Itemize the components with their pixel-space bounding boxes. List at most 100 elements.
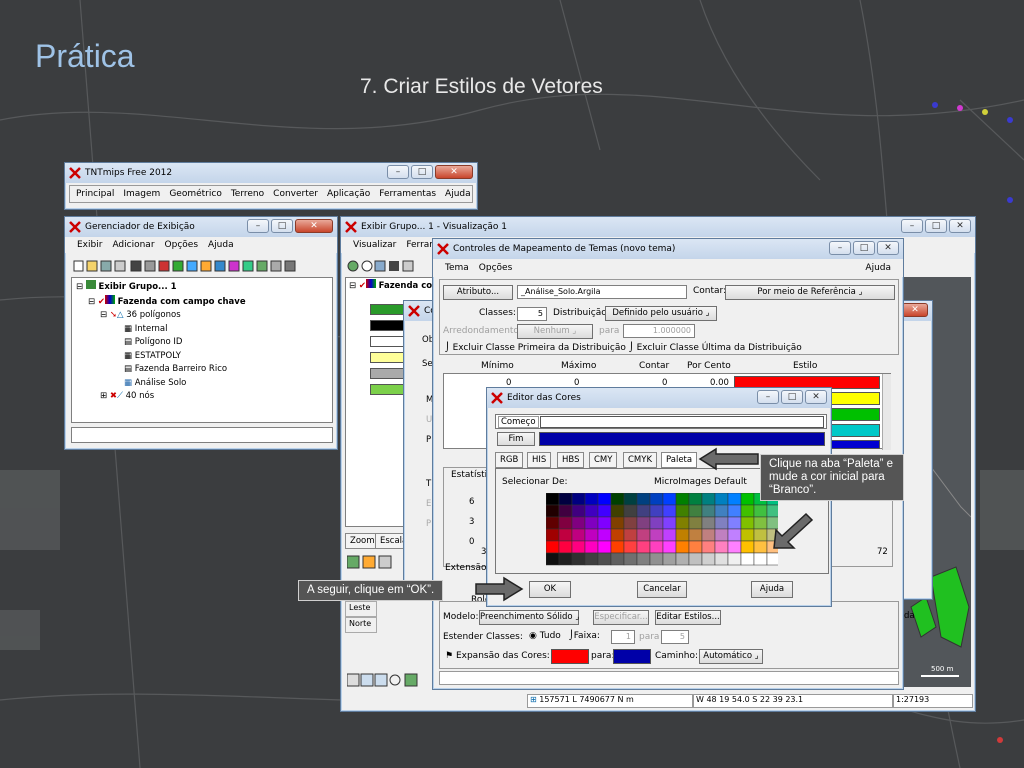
menu-exibir[interactable]: Exibir xyxy=(77,240,102,250)
distribution-dropdown[interactable]: Definido pelo usuário ⌟ xyxy=(605,306,717,321)
extend-from-field[interactable]: 1 xyxy=(611,630,635,644)
palette-swatch[interactable] xyxy=(701,540,716,554)
palette-swatch[interactable] xyxy=(610,504,625,518)
view-toolbar[interactable] xyxy=(347,259,437,273)
palette-swatch[interactable] xyxy=(662,528,677,542)
palette-swatch[interactable] xyxy=(558,493,573,506)
palette-swatch[interactable] xyxy=(649,552,664,566)
palette-swatch[interactable] xyxy=(558,516,573,530)
palette-swatch[interactable] xyxy=(740,540,755,554)
rounding-dropdown[interactable]: Nenhum ⌟ xyxy=(517,324,593,339)
close-button[interactable]: ✕ xyxy=(877,241,899,255)
menu-aplicacao[interactable]: Aplicação xyxy=(327,189,370,199)
maximize-button[interactable]: □ xyxy=(411,165,433,179)
palette-swatch[interactable] xyxy=(546,540,560,554)
palette-swatch[interactable] xyxy=(584,516,599,530)
palette-swatch[interactable] xyxy=(571,493,586,506)
palette-source[interactable]: MicroImages Default xyxy=(654,477,747,487)
close-button[interactable]: ✕ xyxy=(949,219,971,233)
extend-range-radio[interactable]: ⌡Faixa: xyxy=(569,631,600,641)
palette-swatch[interactable] xyxy=(688,552,703,566)
exclude-last-checkbox[interactable]: ⌡ Excluir Classe Última da Distribuição xyxy=(629,343,802,353)
palette-swatch[interactable] xyxy=(610,493,625,506)
palette-swatch[interactable] xyxy=(636,540,651,554)
palette-swatch[interactable] xyxy=(753,540,768,554)
palette-swatch[interactable] xyxy=(675,504,690,518)
ok-button[interactable]: OK xyxy=(529,581,571,598)
palette-swatch[interactable] xyxy=(688,516,703,530)
end-color-label[interactable]: Fim xyxy=(497,432,535,446)
palette-swatch[interactable] xyxy=(571,552,586,566)
menu-converter[interactable]: Converter xyxy=(273,189,318,199)
palette-swatch[interactable] xyxy=(623,504,638,518)
tab-paleta[interactable]: Paleta xyxy=(661,452,698,468)
palette-swatch[interactable] xyxy=(714,540,729,554)
palette-swatch[interactable] xyxy=(714,516,729,530)
help-button[interactable]: Ajuda xyxy=(751,581,793,598)
tree-table-polygon-id[interactable]: ▤ Polígono ID xyxy=(76,336,328,350)
end-color-swatch[interactable] xyxy=(539,432,825,446)
path-dropdown[interactable]: Automático ⌟ xyxy=(699,649,763,664)
palette-swatch[interactable] xyxy=(740,493,755,506)
classes-field[interactable]: 5 xyxy=(517,307,547,321)
tree-table-internal[interactable]: ▦ Internal xyxy=(76,323,328,337)
menu-ajuda[interactable]: Ajuda xyxy=(445,189,471,199)
palette-swatch[interactable] xyxy=(753,504,768,518)
palette-swatch[interactable] xyxy=(701,493,716,506)
table-scrollbar[interactable] xyxy=(882,374,891,450)
tree-layer-item[interactable]: ⊟ ✔ Fazenda com campo chave xyxy=(76,294,328,310)
palette-swatch[interactable] xyxy=(623,540,638,554)
palette-swatch[interactable] xyxy=(597,493,612,506)
extend-all-radio[interactable]: ◉ Tudo xyxy=(529,631,561,641)
menu-opcoes[interactable]: Opções xyxy=(165,240,198,250)
menu-imagem[interactable]: Imagem xyxy=(123,189,160,199)
palette-swatch[interactable] xyxy=(636,504,651,518)
palette-swatch[interactable] xyxy=(714,552,729,566)
palette-swatch[interactable] xyxy=(740,528,755,542)
start-color-label[interactable]: Começo xyxy=(498,416,539,428)
palette-swatch[interactable] xyxy=(662,516,677,530)
palette-swatch[interactable] xyxy=(688,528,703,542)
palette-swatch[interactable] xyxy=(727,540,742,554)
palette-swatch[interactable] xyxy=(597,504,612,518)
palette-swatch[interactable] xyxy=(740,504,755,518)
tree-table-analise-solo[interactable]: ▦ Análise Solo xyxy=(76,377,328,391)
palette-swatch[interactable] xyxy=(584,552,599,566)
model-dropdown[interactable]: Preenchimento Sólido ⌟ xyxy=(479,610,579,625)
palette-swatch[interactable] xyxy=(675,516,690,530)
minimize-button[interactable]: – xyxy=(387,165,409,179)
palette-swatch[interactable] xyxy=(662,493,677,506)
palette-swatch[interactable] xyxy=(675,540,690,554)
palette-swatch[interactable] xyxy=(636,516,651,530)
palette-swatch[interactable] xyxy=(636,493,651,506)
close-button[interactable]: ✕ xyxy=(902,303,928,317)
palette-swatch[interactable] xyxy=(597,540,612,554)
view-legend-layer[interactable]: ⊟ ✔ Fazenda co xyxy=(346,278,434,295)
palette-swatch[interactable] xyxy=(597,528,612,542)
menu-opcoes[interactable]: Opções xyxy=(479,263,512,273)
minimize-button[interactable]: – xyxy=(901,219,923,233)
tree-nodes-item[interactable]: ⊞ ✖⟋ 40 nós xyxy=(76,390,328,404)
palette-grid[interactable] xyxy=(546,493,778,569)
palette-swatch[interactable] xyxy=(675,528,690,542)
palette-swatch[interactable] xyxy=(727,528,742,542)
palette-swatch[interactable] xyxy=(546,552,560,566)
zoom-toolbar-icons[interactable] xyxy=(347,555,407,569)
palette-swatch[interactable] xyxy=(546,516,560,530)
palette-swatch[interactable] xyxy=(623,528,638,542)
palette-swatch[interactable] xyxy=(714,504,729,518)
palette-swatch[interactable] xyxy=(675,552,690,566)
palette-swatch[interactable] xyxy=(636,552,651,566)
palette-swatch[interactable] xyxy=(610,540,625,554)
menu-ajuda[interactable]: Ajuda xyxy=(208,240,234,250)
palette-swatch[interactable] xyxy=(675,493,690,506)
palette-swatch[interactable] xyxy=(649,516,664,530)
palette-swatch[interactable] xyxy=(623,552,638,566)
tab-his[interactable]: HIS xyxy=(527,452,552,468)
palette-swatch[interactable] xyxy=(623,516,638,530)
palette-swatch[interactable] xyxy=(662,552,677,566)
menu-ajuda[interactable]: Ajuda xyxy=(865,263,891,273)
palette-swatch[interactable] xyxy=(571,528,586,542)
palette-swatch[interactable] xyxy=(727,552,742,566)
expansion-to-color[interactable] xyxy=(613,649,651,664)
